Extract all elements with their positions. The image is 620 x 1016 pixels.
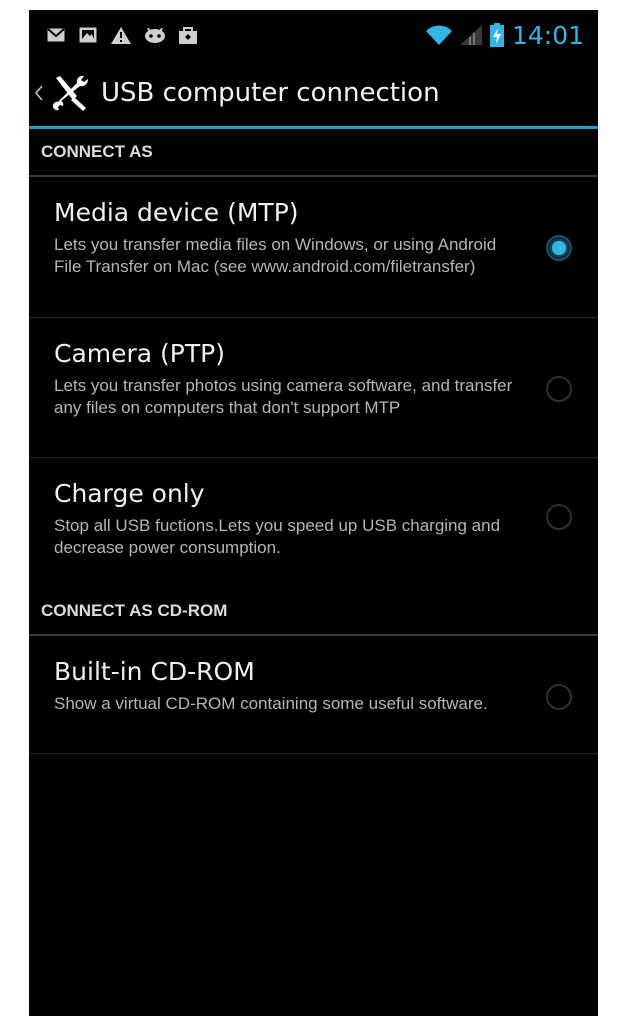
notification-icons <box>47 26 211 44</box>
system-icons: 14:01 <box>418 21 584 50</box>
option-title: Camera (PTP) <box>54 339 225 368</box>
option-charge-only[interactable]: Charge only Stop all USB fuctions.Lets y… <box>29 458 598 584</box>
option-camera-ptp[interactable]: Camera (PTP) Lets you transfer photos us… <box>29 318 598 458</box>
option-title: Charge only <box>54 479 205 508</box>
settings-tools-icon[interactable] <box>51 74 91 112</box>
back-caret-icon[interactable] <box>35 85 45 101</box>
phone-screen: 14:01 USB computer connection CONNECT AS… <box>29 10 598 1016</box>
option-title: Media device (MTP) <box>54 198 299 227</box>
option-description: Lets you transfer media files on Windows… <box>54 235 497 276</box>
option-media-device-mtp[interactable]: Media device (MTP) Lets you transfer med… <box>29 177 598 318</box>
section-header-connect-as: CONNECT AS <box>29 129 598 177</box>
option-built-in-cd-rom[interactable]: Built-in CD-ROM Show a virtual CD-ROM co… <box>29 636 598 754</box>
status-clock: 14:01 <box>511 20 584 50</box>
gallery-icon <box>79 27 97 43</box>
signal-icon <box>459 25 482 45</box>
section-header-connect-as-cd-rom: CONNECT AS CD-ROM <box>29 588 598 636</box>
android-debug-icon <box>145 27 165 43</box>
radio-selected-dot <box>552 241 566 255</box>
radio-button-cd-rom[interactable] <box>546 684 572 710</box>
battery-charging-icon <box>489 23 504 47</box>
radio-button-ptp[interactable] <box>546 376 572 402</box>
status-bar: 14:01 <box>29 10 598 60</box>
action-bar: USB computer connection <box>29 60 598 126</box>
option-description: Stop all USB fuctions.Lets you speed up … <box>54 516 501 557</box>
page-title: USB computer connection <box>101 78 440 108</box>
option-description: Lets you transfer photos using camera so… <box>54 376 513 417</box>
option-description: Show a virtual CD-ROM containing some us… <box>54 694 488 713</box>
wifi-icon <box>425 25 452 45</box>
action-bar-divider <box>29 126 598 129</box>
gmail-icon <box>47 28 65 42</box>
shopping-bag-icon <box>179 26 197 44</box>
radio-button-mtp[interactable] <box>546 235 572 261</box>
radio-button-charge-only[interactable] <box>546 504 572 530</box>
warning-icon <box>111 26 131 44</box>
option-title: Built-in CD-ROM <box>54 657 255 686</box>
